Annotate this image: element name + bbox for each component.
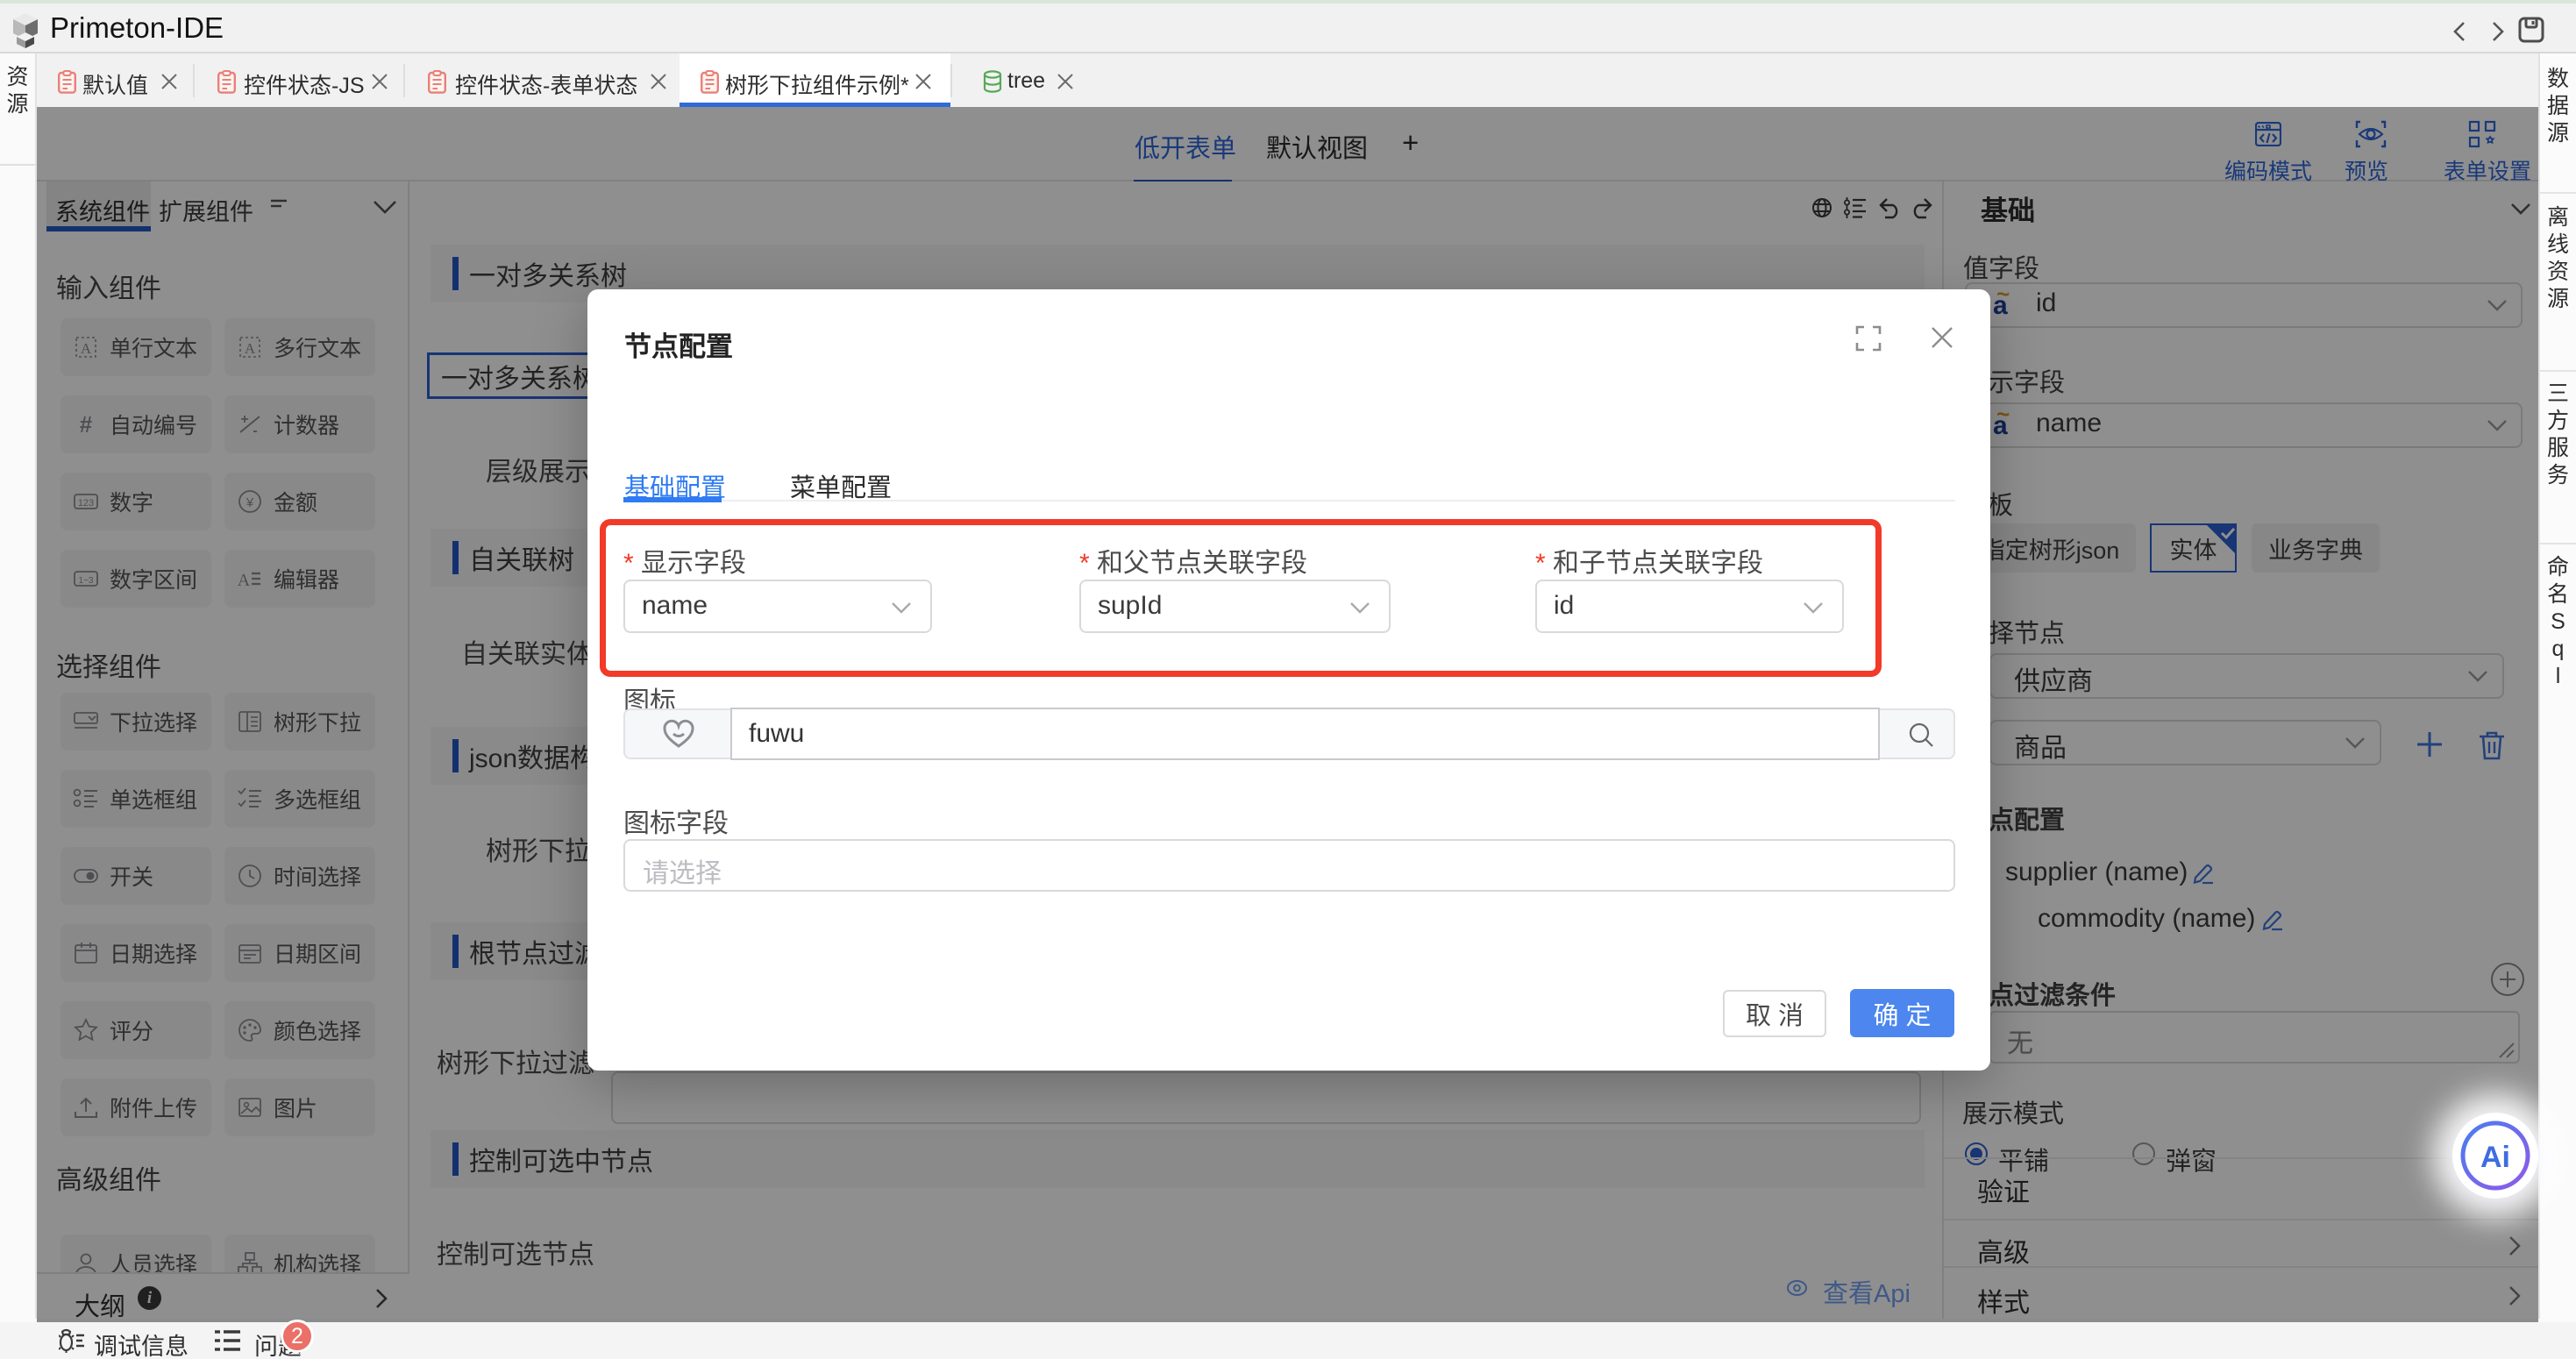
svg-text:Ai: Ai (2480, 1141, 2510, 1174)
